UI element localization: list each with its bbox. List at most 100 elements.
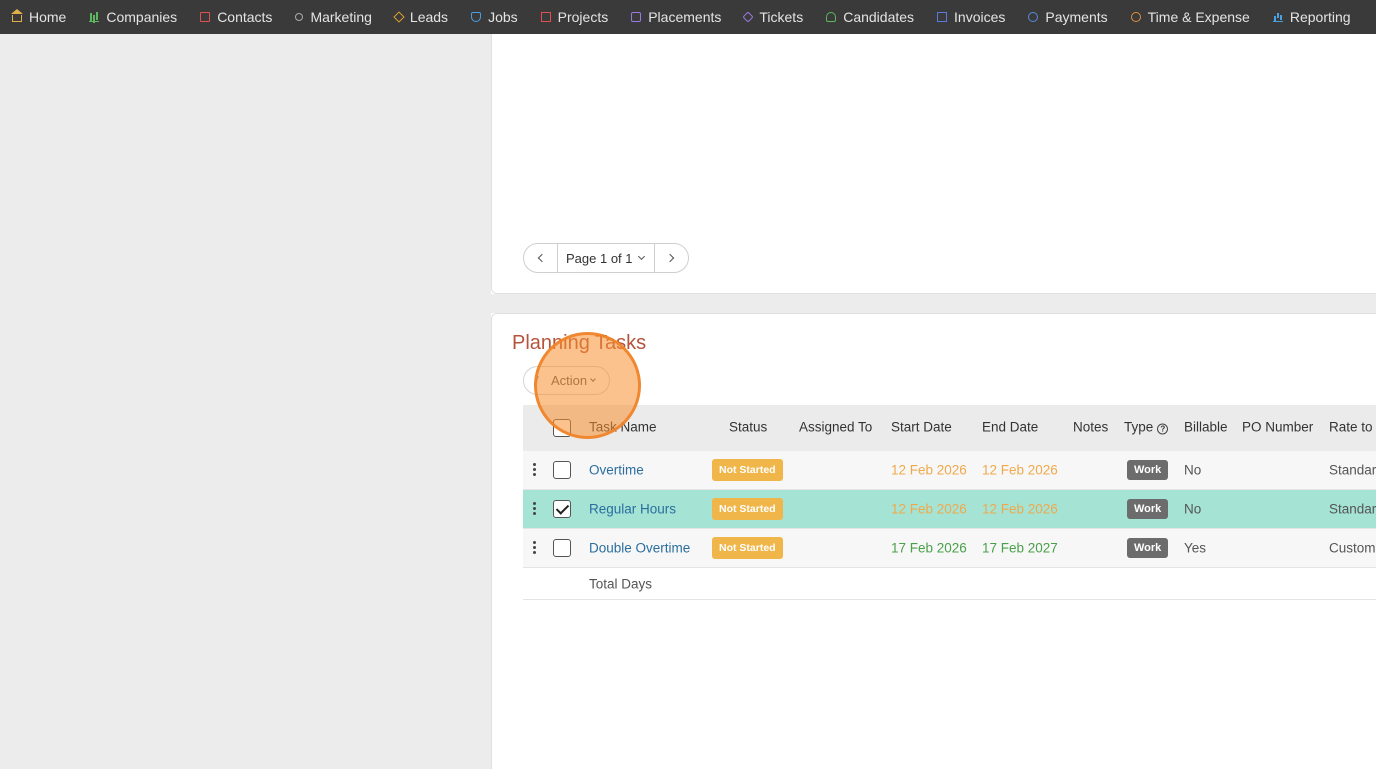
nav-projects-label: Projects: [557, 9, 609, 25]
type-badge: Work: [1127, 460, 1169, 480]
type-badge: Work: [1127, 499, 1169, 519]
billable-value: Yes: [1184, 540, 1207, 556]
col-type[interactable]: Type?: [1124, 419, 1169, 435]
nav-candidates[interactable]: Candidates: [826, 9, 914, 25]
task-name-link[interactable]: Regular Hours: [589, 502, 676, 517]
contacts-icon: [200, 12, 211, 22]
nav-companies[interactable]: Companies: [89, 9, 177, 25]
end-date: 12 Feb 2026: [982, 462, 1058, 478]
nav-projects[interactable]: Projects: [540, 9, 609, 25]
rate-value: Standar: [1329, 462, 1376, 478]
col-po-number[interactable]: PO Number: [1242, 420, 1313, 435]
type-badge: Work: [1127, 538, 1169, 558]
companies-icon: [89, 12, 100, 22]
jobs-icon: [471, 12, 482, 22]
billable-value: No: [1184, 501, 1202, 517]
home-icon: [11, 9, 23, 22]
table-row: Double Overtime Not Started 17 Feb 2026 …: [523, 529, 1376, 568]
help-icon[interactable]: ?: [1157, 423, 1169, 435]
leads-icon: [393, 11, 405, 23]
col-notes[interactable]: Notes: [1073, 420, 1108, 435]
tickets-icon: [742, 11, 755, 23]
nav-marketing[interactable]: Marketing: [295, 9, 372, 25]
nav-contacts[interactable]: Contacts: [200, 9, 272, 25]
nav-tickets-label: Tickets: [759, 9, 804, 25]
nav-candidates-label: Candidates: [843, 9, 915, 25]
select-all-checkbox[interactable]: [553, 419, 571, 437]
rate-value: Custom: [1329, 540, 1376, 556]
start-date: 12 Feb 2026: [891, 501, 967, 517]
nav-reporting-label: Reporting: [1289, 9, 1351, 25]
nav-reporting[interactable]: Reporting: [1272, 9, 1351, 25]
status-badge: Not Started: [712, 537, 783, 559]
time-icon: [1130, 12, 1141, 22]
col-start-date[interactable]: Start Date: [891, 420, 952, 435]
bolt-icon: [534, 375, 544, 386]
total-days-label: Total Days: [589, 576, 653, 591]
page-select[interactable]: Page 1 of 1: [557, 244, 655, 272]
end-date: 17 Feb 2027: [982, 540, 1058, 556]
nav-tickets[interactable]: Tickets: [742, 9, 804, 25]
col-type-label: Type: [1124, 419, 1154, 435]
reporting-icon: [1272, 12, 1283, 22]
nav-payments-label: Payments: [1045, 9, 1108, 25]
nav-time-expense-label: Time & Expense: [1147, 9, 1250, 25]
row-checkbox[interactable]: [553, 539, 571, 557]
card-gap: [491, 294, 1376, 313]
nav-placements-label: Placements: [648, 9, 722, 25]
action-label: Action: [551, 373, 588, 388]
row-checkbox[interactable]: [553, 461, 571, 479]
col-status[interactable]: Status: [729, 420, 767, 435]
nav-jobs-label: Jobs: [488, 9, 518, 25]
placements-icon: [631, 12, 642, 22]
pagination: Page 1 of 1: [523, 243, 689, 273]
nav-payments[interactable]: Payments: [1028, 9, 1108, 25]
status-badge: Not Started: [712, 498, 783, 520]
col-assigned-to[interactable]: Assigned To: [799, 420, 872, 435]
next-page-button[interactable]: [655, 244, 688, 272]
nav-time-expense[interactable]: Time & Expense: [1130, 9, 1250, 25]
chevron-down-icon: [590, 376, 596, 382]
nav-placements[interactable]: Placements: [631, 9, 721, 25]
row-menu-icon[interactable]: [533, 541, 537, 555]
table-row-selected: Regular Hours Not Started 12 Feb 2026 12…: [523, 490, 1376, 529]
status-badge: Not Started: [712, 459, 783, 481]
col-end-date[interactable]: End Date: [982, 420, 1038, 435]
chevron-left-icon: [537, 253, 547, 263]
invoices-icon: [937, 12, 948, 22]
task-name-link[interactable]: Overtime: [589, 463, 644, 478]
top-navigation: Home Companies Contacts Marketing Leads …: [0, 0, 1376, 34]
nav-home[interactable]: Home: [11, 9, 67, 25]
table-row: Overtime Not Started 12 Feb 2026 12 Feb …: [523, 451, 1376, 490]
task-name-link[interactable]: Double Overtime: [589, 541, 690, 556]
section-title: Planning Tasks: [512, 332, 647, 354]
marketing-icon: [295, 13, 304, 21]
row-menu-icon[interactable]: [533, 463, 537, 477]
nav-leads-label: Leads: [409, 9, 449, 25]
rate-value: Standar: [1329, 501, 1376, 517]
projects-icon: [540, 12, 551, 22]
payments-icon: [1028, 12, 1039, 22]
start-date: 12 Feb 2026: [891, 462, 967, 478]
end-date: 12 Feb 2026: [982, 501, 1058, 517]
chevron-right-icon: [665, 253, 674, 263]
action-button[interactable]: Action: [523, 366, 610, 395]
nav-contacts-label: Contacts: [217, 9, 273, 25]
col-rate-to[interactable]: Rate to: [1329, 420, 1373, 435]
nav-leads[interactable]: Leads: [393, 9, 449, 25]
candidates-icon: [826, 12, 837, 22]
chevron-down-icon: [637, 252, 645, 261]
total-row: Total Days: [523, 568, 1376, 600]
start-date: 17 Feb 2026: [891, 540, 967, 556]
col-task-name[interactable]: Task Name: [589, 420, 657, 435]
nav-invoices[interactable]: Invoices: [937, 9, 1005, 25]
row-menu-icon[interactable]: [533, 502, 537, 516]
billable-value: No: [1184, 462, 1202, 478]
nav-home-label: Home: [29, 9, 67, 25]
row-checkbox[interactable]: [553, 500, 571, 518]
nav-jobs[interactable]: Jobs: [471, 9, 518, 25]
nav-invoices-label: Invoices: [954, 9, 1006, 25]
prev-page-button[interactable]: [524, 244, 557, 272]
page-label: Page 1 of 1: [566, 250, 633, 266]
col-billable[interactable]: Billable: [1184, 420, 1228, 435]
